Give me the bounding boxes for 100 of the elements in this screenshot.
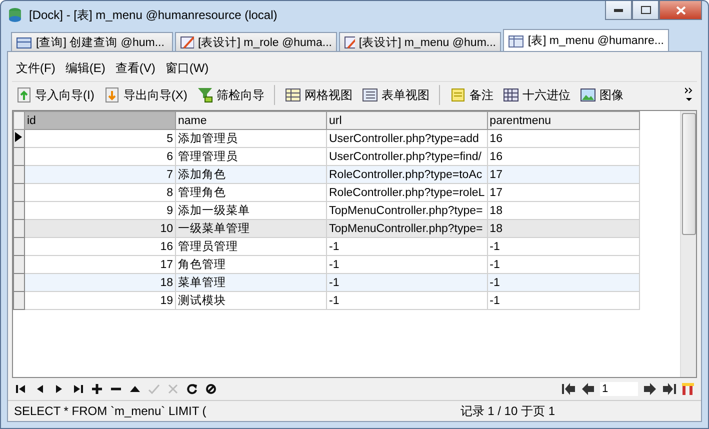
table-cell: 17 <box>487 184 640 202</box>
table-cell: 16 <box>487 130 640 148</box>
refresh-icon <box>186 383 198 395</box>
table-cell: 角色管理 <box>176 256 326 274</box>
page-field[interactable]: 1 <box>600 382 638 396</box>
menu-item[interactable]: 文件(F) <box>14 60 58 76</box>
first-page-button[interactable] <box>562 382 576 396</box>
table-cell: -1 <box>326 274 488 292</box>
current-row-arrow-icon <box>14 131 23 143</box>
first-record-icon <box>15 383 27 395</box>
toolbar-button[interactable]: 导入向导(I) <box>12 84 98 106</box>
table-cell: 18 <box>487 220 640 238</box>
plus-icon <box>91 383 103 395</box>
overflow-chevron-icon[interactable] <box>685 87 693 103</box>
document-tab[interactable]: [查询] 创建查询 @hum... <box>11 32 173 51</box>
navigation-button[interactable] <box>14 382 28 396</box>
document-tab[interactable]: [表] m_menu @humanre... <box>503 29 669 51</box>
toolbar-button[interactable]: 图像 <box>576 84 628 106</box>
row-indicator[interactable] <box>14 130 24 148</box>
close-icon <box>676 6 686 14</box>
form-view-icon <box>362 87 378 103</box>
table-cell: -1 <box>487 238 640 256</box>
table-cell: 10 <box>24 220 176 238</box>
minimize-button[interactable] <box>605 1 632 20</box>
table-cell: -1 <box>487 292 640 310</box>
table-cell: 管理角色 <box>176 184 326 202</box>
table-cell: 9 <box>24 202 176 220</box>
next-page-button[interactable] <box>643 382 657 396</box>
table-cell: 5 <box>24 130 176 148</box>
funnel-grid-icon <box>197 87 214 103</box>
cross-icon <box>167 383 179 395</box>
toolbar-button[interactable]: 备注 <box>446 84 498 106</box>
toolbar-button[interactable]: 筛检向导 <box>193 84 268 106</box>
toolbar-button[interactable]: 表单视图 <box>358 84 434 106</box>
table-cell: 17 <box>487 166 640 184</box>
table-cell: 16 <box>24 238 176 256</box>
vertical-scrollbar[interactable] <box>680 111 696 377</box>
window-title: [Dock] - [表] m_menu @humanresource (local) <box>29 6 278 24</box>
toolbar-button[interactable]: 导出向导(X) <box>100 84 192 106</box>
table-cell: 一级菜单管理 <box>176 220 326 238</box>
stop-icon <box>205 383 217 395</box>
table-icon <box>508 34 524 48</box>
note-icon <box>450 87 466 103</box>
column-header[interactable]: name <box>176 112 326 130</box>
table-cell: 添加一级菜单 <box>176 202 326 220</box>
table-cell: RoleController.php?type=roleL <box>326 184 488 202</box>
table-cell: -1 <box>326 292 488 310</box>
table-cell: 添加角色 <box>176 166 326 184</box>
table-cell: -1 <box>326 256 488 274</box>
table-query-icon <box>16 35 32 49</box>
table-cell: 测试模块 <box>176 292 326 310</box>
table-cell: 菜单管理 <box>176 274 326 292</box>
table-cell: 19 <box>24 292 176 310</box>
table-cell: RoleController.php?type=toAc <box>326 166 488 184</box>
record-status-text: 记录 1 / 10 于页 1 <box>460 402 555 420</box>
navigation-button[interactable] <box>185 382 199 396</box>
toolbar-button[interactable]: 十六进位 <box>499 84 574 106</box>
table-cell: UserController.php?type=add <box>326 130 488 148</box>
column-header[interactable]: id <box>24 112 176 130</box>
table-cell: -1 <box>487 274 640 292</box>
menu-item[interactable]: 查看(V) <box>113 60 158 76</box>
table-cell: 18 <box>24 274 176 292</box>
image-icon <box>580 87 596 103</box>
navigation-button[interactable] <box>90 382 104 396</box>
table-cell: 管理员管理 <box>176 238 326 256</box>
menu-item[interactable]: 窗口(W) <box>163 60 211 76</box>
navigation-button[interactable] <box>204 382 218 396</box>
minimize-icon <box>614 8 623 12</box>
maximize-icon <box>640 6 650 14</box>
check-icon <box>148 383 160 395</box>
navigation-button[interactable] <box>71 382 85 396</box>
tools-icon[interactable] <box>681 382 695 396</box>
pencil-table-icon <box>180 35 194 49</box>
table-cell: TopMenuController.php?type= <box>326 220 488 238</box>
document-tab[interactable]: [表设计] m_role @huma... <box>175 32 337 51</box>
pencil-table-icon <box>344 35 355 49</box>
table-cell: 18 <box>487 202 640 220</box>
database-icon <box>7 7 23 23</box>
table-cell: 17 <box>24 256 176 274</box>
maximize-button[interactable] <box>632 1 659 20</box>
document-tab[interactable]: [表设计] m_menu @hum... <box>339 32 501 51</box>
table-cell: TopMenuController.php?type= <box>326 202 488 220</box>
table-cell: 添加管理员 <box>176 130 326 148</box>
table-cell: -1 <box>326 238 488 256</box>
hex-grid-icon <box>503 87 520 103</box>
column-header[interactable]: parentmenu <box>487 112 640 130</box>
table-cell: 8 <box>24 184 176 202</box>
last-page-button[interactable] <box>662 382 676 396</box>
table-cell: 7 <box>24 166 176 184</box>
toolbar-button[interactable]: 网格视图 <box>281 84 356 106</box>
table-cell: 16 <box>487 148 640 166</box>
table-cell: -1 <box>487 256 640 274</box>
sql-status-text: SELECT * FROM `m_menu` LIMIT ( <box>14 404 206 418</box>
menu-item[interactable]: 编辑(E) <box>63 60 108 76</box>
column-header[interactable]: url <box>326 112 488 130</box>
previous-page-button[interactable] <box>581 382 595 396</box>
table-cell: 6 <box>24 148 176 166</box>
grid-view-icon <box>285 87 302 103</box>
table-cell: 管理管理员 <box>176 148 326 166</box>
close-button[interactable] <box>659 1 702 20</box>
